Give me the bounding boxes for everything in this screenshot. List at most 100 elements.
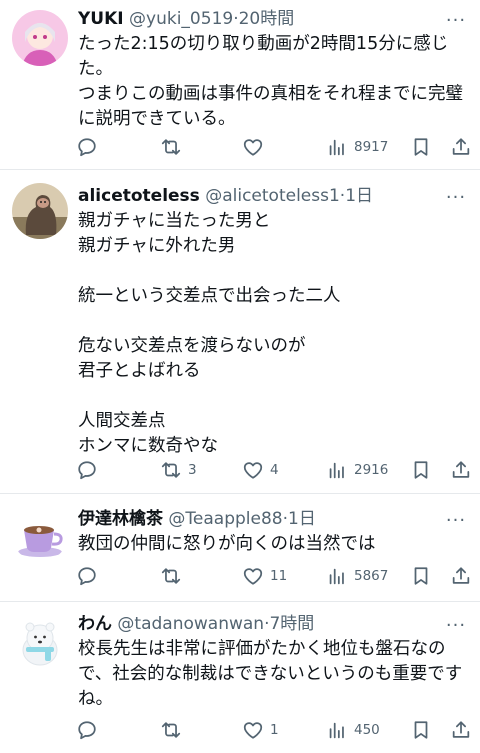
tweet-1[interactable]: YUKI @yuki_0519·20時間 ··· たった2:15の切り取り動画が… xyxy=(0,0,480,170)
views-button[interactable]: 5867 xyxy=(326,561,388,591)
reply-button[interactable] xyxy=(76,561,104,591)
tweet-header: alicetoteless @alicetoteless1·1日 xyxy=(78,183,440,209)
tweet-3[interactable]: 伊達林檎茶 @Teaapple88·1日 ··· 教団の仲間に怒りが向くのは当然… xyxy=(0,494,480,602)
retweet-button[interactable] xyxy=(160,132,188,162)
reply-icon xyxy=(78,461,96,480)
tweet-2[interactable]: alicetoteless @alicetoteless1·1日 ··· 親ガチ… xyxy=(0,170,480,494)
display-name[interactable]: YUKI xyxy=(78,9,124,29)
timestamp[interactable]: 1日 xyxy=(345,186,373,206)
share-icon xyxy=(452,461,470,478)
bookmark-icon xyxy=(414,138,428,156)
tweet-header: 伊達林檎茶 @Teaapple88·1日 xyxy=(78,506,440,532)
avatar[interactable] xyxy=(12,10,68,66)
text-line xyxy=(78,259,468,284)
bookmark-button[interactable] xyxy=(410,561,432,591)
like-count: 1 xyxy=(270,722,279,738)
retweet-icon xyxy=(161,568,181,584)
text-line: たった2:15の切り取り動画が2時間15分に感じ xyxy=(78,34,449,54)
like-button[interactable]: 4 xyxy=(242,455,279,485)
tweet-text: たった2:15の切り取り動画が2時間15分に感じ た。 つまりこの動画は事件の真… xyxy=(78,32,468,132)
retweet-count: 3 xyxy=(188,462,197,478)
reply-button[interactable] xyxy=(76,132,104,162)
user-handle[interactable]: @alicetoteless1 xyxy=(205,186,340,206)
share-button[interactable] xyxy=(450,561,472,591)
share-button[interactable] xyxy=(450,455,472,485)
reply-icon xyxy=(78,721,96,740)
text-line xyxy=(78,384,468,409)
text-line: ね。 xyxy=(78,689,113,709)
user-handle[interactable]: @yuki_0519 xyxy=(129,9,233,29)
bookmark-button[interactable] xyxy=(410,715,432,745)
display-name[interactable]: alicetoteless xyxy=(78,186,200,206)
retweet-icon xyxy=(161,462,181,478)
action-bar: 3 4 2916 xyxy=(76,455,470,485)
reply-button[interactable] xyxy=(76,715,104,745)
tweet-text: 親ガチャに当たった男と 親ガチャに外れた男 統一という交差点で出会った二人 危な… xyxy=(78,209,468,459)
view-count: 450 xyxy=(354,722,380,738)
text-line: つまりこの動画は事件の真相をそれ程までに完璧 xyxy=(78,84,463,104)
text-line: 教団の仲間に怒りが向くのは当然では xyxy=(78,534,376,554)
bookmark-button[interactable] xyxy=(410,455,432,485)
share-button[interactable] xyxy=(450,715,472,745)
like-count: 4 xyxy=(270,462,279,478)
tweet-text: 教団の仲間に怒りが向くのは当然では xyxy=(78,532,468,557)
bookmark-icon xyxy=(414,461,428,479)
timestamp[interactable]: 1日 xyxy=(288,509,316,529)
timestamp[interactable]: 20時間 xyxy=(239,9,295,29)
text-line: 統一という交差点で出会った二人 xyxy=(78,286,341,306)
user-handle[interactable]: @Teaapple88 xyxy=(168,509,282,529)
bookmark-icon xyxy=(414,567,428,585)
tweet-header: わん @tadanowanwan·7時間 xyxy=(78,611,440,637)
text-line xyxy=(78,309,468,334)
action-bar: 8917 xyxy=(76,132,470,162)
retweet-button[interactable] xyxy=(160,561,188,591)
display-name[interactable]: 伊達林檎茶 xyxy=(78,509,163,529)
share-icon xyxy=(452,721,470,738)
like-button[interactable]: 11 xyxy=(242,561,287,591)
action-bar: 11 5867 xyxy=(76,561,470,591)
bookmark-button[interactable] xyxy=(410,132,432,162)
like-icon xyxy=(243,722,263,739)
bookmark-icon xyxy=(414,721,428,739)
avatar[interactable] xyxy=(12,506,68,562)
views-button[interactable]: 450 xyxy=(326,715,380,745)
text-line: で、社会的な制裁はできないというのも重要です xyxy=(78,664,463,684)
display-name[interactable]: わん xyxy=(78,614,112,634)
reply-button[interactable] xyxy=(76,455,104,485)
text-line: 危ない交差点を渡らないのが xyxy=(78,336,306,356)
tweet-header: YUKI @yuki_0519·20時間 xyxy=(78,6,440,32)
like-count: 11 xyxy=(270,568,288,584)
avatar[interactable] xyxy=(12,183,68,239)
user-handle[interactable]: @tadanowanwan xyxy=(117,614,264,634)
avatar[interactable] xyxy=(12,614,68,670)
text-line: 親ガチャに当たった男と xyxy=(78,211,271,231)
view-count: 2916 xyxy=(354,462,389,478)
views-button[interactable]: 2916 xyxy=(326,455,388,485)
tweet-text: 校長先生は非常に評価がたかく地位も盤石なの で、社会的な制裁はできないというのも… xyxy=(78,637,468,712)
like-icon xyxy=(243,462,263,479)
views-icon xyxy=(329,139,344,156)
retweet-button[interactable]: 3 xyxy=(160,455,197,485)
like-button[interactable]: 1 xyxy=(242,715,279,745)
retweet-icon xyxy=(161,139,181,155)
text-line: 君子とよばれる xyxy=(78,361,201,381)
views-icon xyxy=(329,722,344,739)
views-icon xyxy=(329,568,344,585)
action-bar: 1 450 xyxy=(76,715,470,745)
retweet-button[interactable] xyxy=(160,715,188,745)
views-button[interactable]: 8917 xyxy=(326,132,388,162)
text-line: に説明できている。 xyxy=(78,109,236,129)
view-count: 5867 xyxy=(354,568,389,584)
share-icon xyxy=(452,567,470,584)
like-button[interactable] xyxy=(242,132,270,162)
tweet-4[interactable]: わん @tadanowanwan·7時間 ··· 校長先生は非常に評価がたかく地… xyxy=(0,602,480,753)
like-icon xyxy=(243,139,263,156)
retweet-icon xyxy=(161,722,181,738)
text-line: 校長先生は非常に評価がたかく地位も盤石なの xyxy=(78,639,446,659)
text-line: 親ガチャに外れた男 xyxy=(78,236,236,256)
share-button[interactable] xyxy=(450,132,472,162)
reply-icon xyxy=(78,138,96,157)
text-line: た。 xyxy=(78,59,113,79)
view-count: 8917 xyxy=(354,139,389,155)
timestamp[interactable]: 7時間 xyxy=(269,614,314,634)
